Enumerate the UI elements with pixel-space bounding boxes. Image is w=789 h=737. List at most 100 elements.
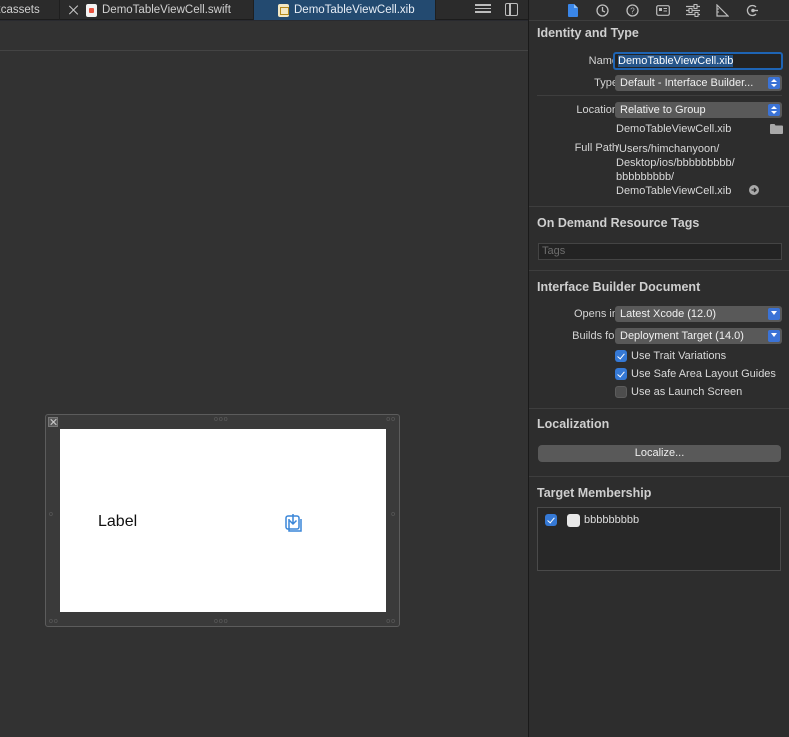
- trait-variations-row[interactable]: Use Trait Variations: [529, 349, 789, 363]
- localization-section: Localization: [529, 417, 789, 431]
- target-membership-section: Target Membership: [529, 486, 789, 500]
- attributes-inspector-icon[interactable]: [683, 3, 702, 17]
- full-path-line: /Users/himchanyoon/: [616, 143, 720, 155]
- identity-and-type-section: Identity and Type: [529, 26, 789, 40]
- full-path-label: Full Path: [574, 142, 618, 154]
- identity-inspector-icon[interactable]: [653, 3, 672, 17]
- svg-text:?: ?: [630, 6, 635, 15]
- editor-tools: [475, 0, 528, 19]
- tab-xib-file[interactable]: DemoTableViewCell.xib: [254, 0, 436, 20]
- localize-row: Localize...: [529, 445, 789, 463]
- full-path-line: bbbbbbbbb/: [616, 171, 675, 183]
- split-editor-icon[interactable]: [505, 3, 518, 16]
- divider: [529, 206, 789, 207]
- swift-file-icon: [86, 3, 97, 17]
- target-checkbox[interactable]: [545, 514, 557, 526]
- connections-inspector-icon[interactable]: [743, 3, 762, 17]
- interface-builder-canvas[interactable]: ooo ooo oo oo oo o o Label: [0, 21, 528, 737]
- resize-handle-bottom-left[interactable]: oo: [49, 618, 59, 625]
- history-inspector-icon[interactable]: [593, 3, 612, 17]
- divider: [529, 20, 789, 21]
- localize-button[interactable]: Localize...: [538, 445, 781, 462]
- target-name: bbbbbbbbb: [584, 514, 640, 526]
- resize-handle-bottom-right[interactable]: oo: [386, 618, 396, 625]
- location-label: Location: [576, 104, 618, 116]
- tags-row: Tags: [529, 243, 789, 261]
- location-popup[interactable]: Relative to Group: [615, 102, 782, 118]
- location-value: Relative to Group: [620, 104, 706, 116]
- full-path-row: Full Path /Users/himchanyoon/ Desktop/io…: [529, 142, 789, 202]
- section-title: Interface Builder Document: [537, 280, 701, 294]
- full-path-value: /Users/himchanyoon/ Desktop/ios/bbbbbbbb…: [616, 142, 735, 198]
- resize-handle-left[interactable]: o: [49, 511, 54, 518]
- tab-label: DemoTableViewCell.xib: [294, 4, 415, 16]
- name-value: DemoTableViewCell.xib: [618, 55, 734, 67]
- size-inspector-icon[interactable]: [713, 3, 732, 17]
- resize-handle-right[interactable]: o: [391, 511, 396, 518]
- resize-handle-bottom[interactable]: ooo: [214, 618, 229, 625]
- full-path-line: DemoTableViewCell.xib: [616, 185, 732, 197]
- tab-label: xcassets: [0, 4, 40, 16]
- file-inspector-icon[interactable]: [563, 3, 582, 17]
- tab-xcassets[interactable]: xcassets: [0, 0, 60, 20]
- popup-arrows-icon: [768, 77, 780, 89]
- name-row: Name DemoTableViewCell.xib: [529, 52, 789, 70]
- target-list: bbbbbbbbb: [537, 507, 781, 571]
- tags-input[interactable]: Tags: [538, 243, 782, 260]
- section-title: Target Membership: [537, 486, 652, 500]
- tab-label: DemoTableViewCell.swift: [102, 4, 231, 16]
- safe-area-row[interactable]: Use Safe Area Layout Guides: [529, 367, 789, 381]
- app-target-icon: [567, 514, 580, 527]
- target-item[interactable]: bbbbbbbbb: [538, 512, 780, 528]
- divider: [529, 408, 789, 409]
- divider: [529, 270, 789, 271]
- launch-screen-row[interactable]: Use as Launch Screen: [529, 385, 789, 399]
- divider: [0, 50, 528, 51]
- inspector-toolbar: ?: [529, 0, 789, 20]
- download-icon[interactable]: [284, 511, 304, 533]
- builds-for-label: Builds for: [572, 330, 618, 342]
- full-path-line: Desktop/ios/bbbbbbbbb/: [616, 157, 735, 169]
- safe-area-checkbox[interactable]: [615, 368, 627, 380]
- close-icon[interactable]: [48, 417, 58, 427]
- target-list-row: bbbbbbbbb: [529, 507, 789, 573]
- trait-variations-checkbox[interactable]: [615, 350, 627, 362]
- reveal-arrow-icon[interactable]: [749, 185, 759, 198]
- folder-icon[interactable]: [770, 124, 783, 137]
- chevron-down-icon: [768, 308, 780, 320]
- ib-document-section: Interface Builder Document: [529, 280, 789, 294]
- popup-arrows-icon: [768, 104, 780, 116]
- type-value: Default - Interface Builder...: [620, 77, 754, 89]
- editor-tab-bar: xcassets DemoTableViewCell.swift DemoTab…: [0, 0, 528, 20]
- builds-for-popup[interactable]: Deployment Target (14.0): [615, 328, 782, 344]
- divider: [529, 476, 789, 477]
- name-field[interactable]: DemoTableViewCell.xib: [613, 52, 783, 70]
- section-title: On Demand Resource Tags: [537, 216, 700, 230]
- cell-label[interactable]: Label: [98, 513, 137, 531]
- section-title: Localization: [537, 417, 610, 431]
- chevron-down-icon: [768, 330, 780, 342]
- xib-file-icon: [278, 3, 289, 17]
- builds-for-value: Deployment Target (14.0): [620, 330, 744, 342]
- table-cell-scene[interactable]: ooo ooo oo oo oo o o Label: [45, 414, 400, 627]
- inspector-panel: ? Identity and Type Name DemoTableViewCe…: [528, 0, 789, 737]
- resize-handle-top-right[interactable]: oo: [386, 416, 396, 423]
- opens-in-label: Opens in: [573, 308, 618, 320]
- editor-options-icon[interactable]: [475, 4, 491, 15]
- launch-screen-checkbox[interactable]: [615, 386, 627, 398]
- checkbox-label: Use Safe Area Layout Guides: [631, 368, 776, 380]
- file-name: DemoTableViewCell.xib: [616, 123, 732, 135]
- section-title: Identity and Type: [537, 26, 639, 40]
- close-icon[interactable]: [68, 4, 80, 16]
- type-popup[interactable]: Default - Interface Builder...: [615, 75, 782, 91]
- resize-handle-top[interactable]: ooo: [214, 416, 229, 423]
- checkbox-label: Use Trait Variations: [631, 350, 727, 362]
- checkbox-label: Use as Launch Screen: [631, 386, 743, 398]
- opens-in-value: Latest Xcode (12.0): [620, 308, 717, 320]
- tab-swift-file[interactable]: DemoTableViewCell.swift: [60, 0, 254, 20]
- on-demand-section: On Demand Resource Tags: [529, 216, 789, 230]
- divider: [537, 95, 782, 96]
- help-inspector-icon[interactable]: ?: [623, 3, 642, 17]
- opens-in-popup[interactable]: Latest Xcode (12.0): [615, 306, 782, 322]
- cell-content-view[interactable]: Label: [60, 429, 386, 612]
